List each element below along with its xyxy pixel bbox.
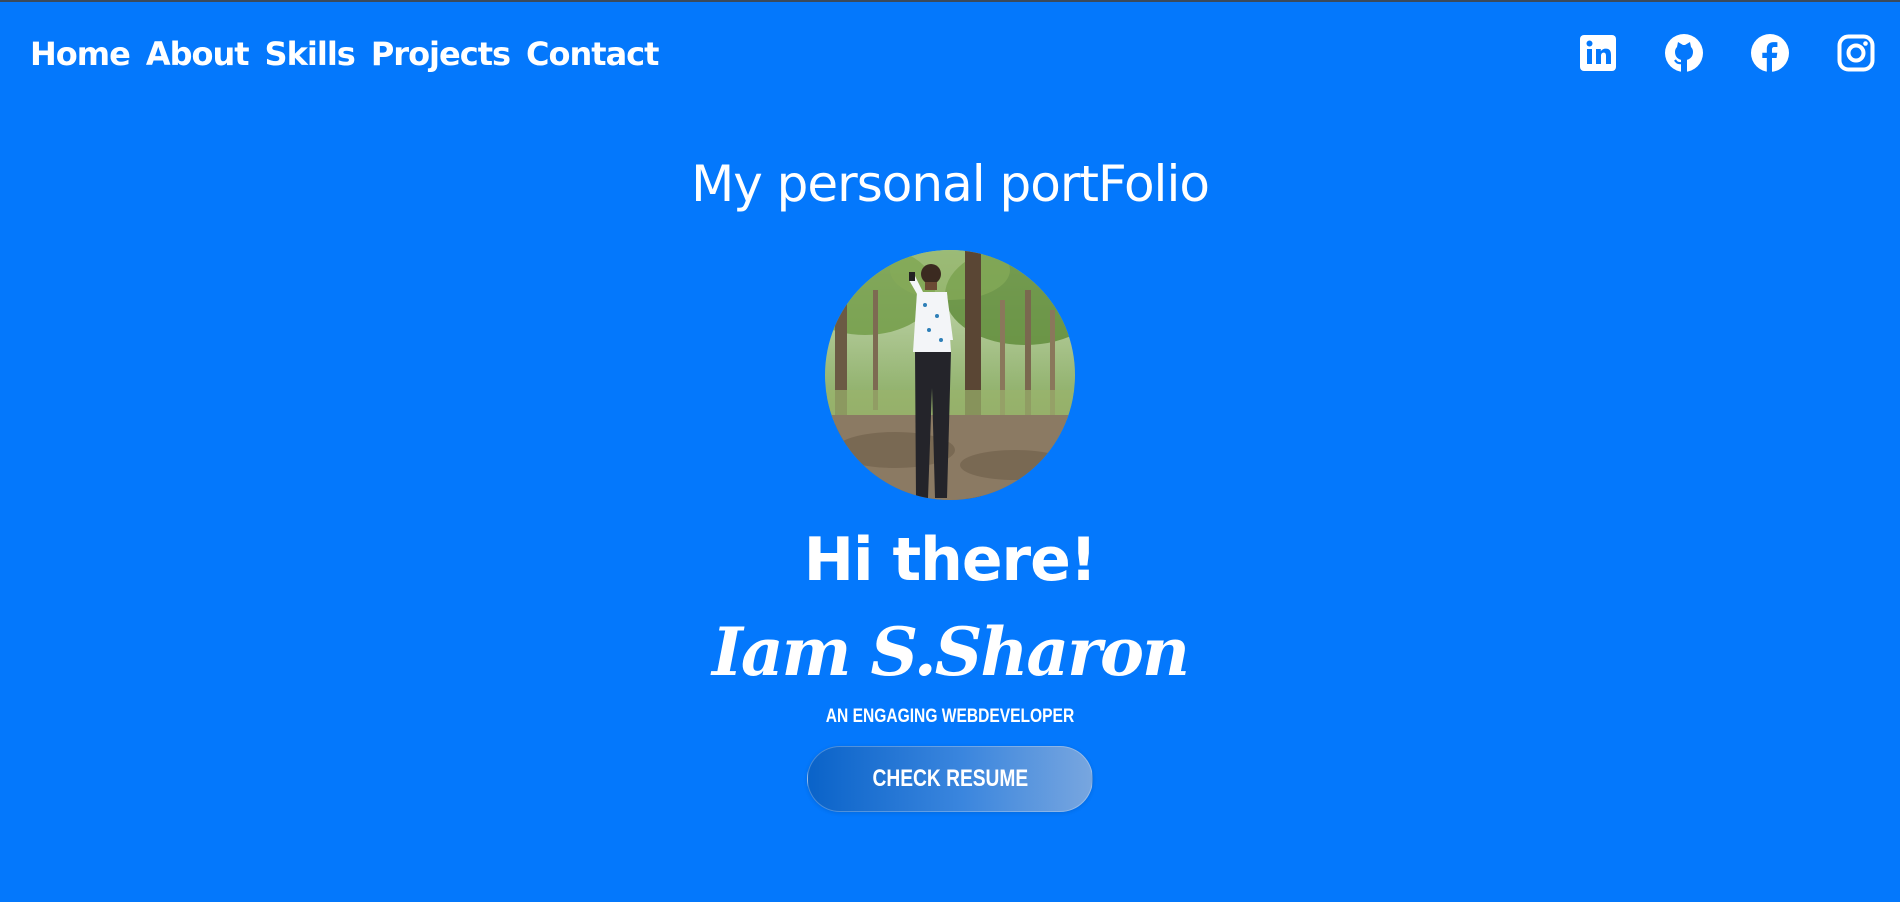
social-links (1578, 33, 1876, 73)
nav-link-contact[interactable]: Contact (526, 32, 659, 76)
facebook-icon[interactable] (1750, 33, 1790, 73)
tagline: AN ENGAGING WEBDEVELOPER (825, 706, 1075, 727)
nav-link-about[interactable]: About (146, 32, 250, 76)
name-heading: Iam S.Sharon (712, 613, 1190, 691)
instagram-icon[interactable] (1836, 33, 1876, 73)
check-resume-label: CHECK RESUME (872, 765, 1028, 792)
greeting-heading: Hi there! (803, 525, 1097, 595)
nav-link-skills[interactable]: Skills (265, 32, 356, 76)
check-resume-button[interactable]: CHECK RESUME (807, 746, 1093, 812)
nav-link-projects[interactable]: Projects (371, 32, 511, 76)
linkedin-icon[interactable] (1578, 33, 1618, 73)
nav-link-home[interactable]: Home (30, 32, 131, 76)
page-subtitle: My personal portFolio (691, 155, 1210, 213)
avatar (825, 250, 1075, 500)
github-icon[interactable] (1664, 33, 1704, 73)
main-nav: Home About Skills Projects Contact (30, 32, 659, 76)
